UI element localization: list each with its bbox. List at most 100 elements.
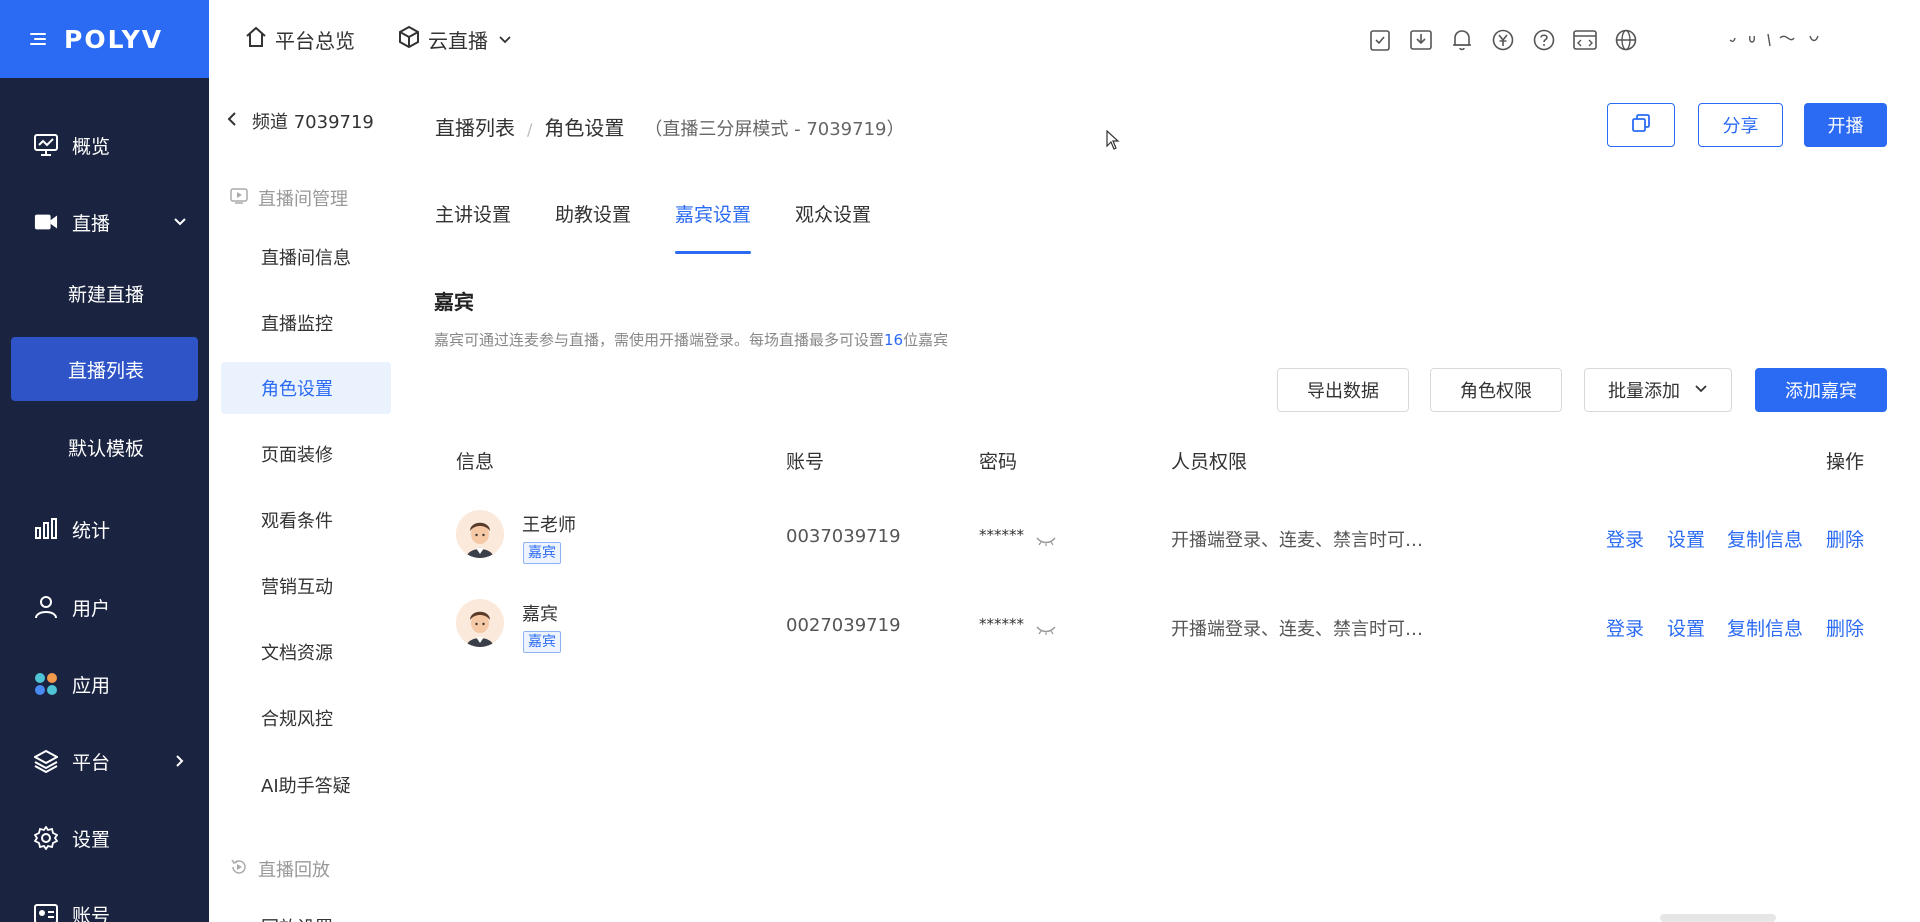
copy-icon (1631, 113, 1651, 138)
side-item-documents[interactable]: 文档资源 (221, 626, 391, 678)
home-icon (245, 26, 267, 53)
nav-item-platform[interactable]: 平台 (0, 729, 209, 793)
group-label: 直播间管理 (258, 189, 348, 210)
user-icon (34, 595, 58, 619)
avatar (456, 510, 504, 558)
table-row: 嘉宾 嘉宾 0027039719 ****** 开播端登录、连麦、禁言时可… 登… (434, 581, 1888, 667)
channel-label: 频道 7039719 (252, 112, 374, 133)
settings-link[interactable]: 设置 (1667, 525, 1705, 552)
login-link[interactable]: 登录 (1606, 614, 1644, 641)
row-account: 0037039719 (786, 526, 901, 547)
batch-add-dropdown[interactable]: 批量添加 (1584, 368, 1732, 412)
help-icon[interactable] (1531, 27, 1557, 53)
monitor-chart-icon (34, 133, 58, 157)
tab-host-settings[interactable]: 主讲设置 (435, 200, 511, 254)
platform-overview-link[interactable]: 平台总览 (245, 25, 355, 54)
side-item-ai-assistant[interactable]: AI助手答疑 (221, 759, 391, 811)
desc-suffix: 位嘉宾 (903, 331, 949, 349)
desc-count: 16 (884, 331, 904, 349)
side-item-playback-settings[interactable]: 回放设置 (221, 900, 391, 922)
user-menu[interactable] (1720, 28, 1840, 48)
nav-item-users[interactable]: 用户 (0, 575, 209, 639)
layers-icon (34, 749, 58, 773)
desc-prefix: 嘉宾可通过连麦参与直播，需使用开播端登录。每场直播最多可设置 (434, 331, 885, 349)
side-item-marketing[interactable]: 营销互动 (221, 560, 391, 612)
horizontal-scrollbar[interactable] (1660, 914, 1776, 922)
tab-guest-settings[interactable]: 嘉宾设置 (675, 200, 752, 254)
copy-info-link[interactable]: 复制信息 (1727, 614, 1803, 641)
mouse-cursor-icon (1106, 129, 1120, 154)
top-icon-group (1367, 27, 1654, 53)
brand-logo[interactable]: POLYV (64, 25, 163, 54)
nav-item-stats[interactable]: 统计 (0, 497, 209, 561)
column-header-operations: 操作 (1826, 451, 1865, 473)
channel-back-link[interactable]: 频道 7039719 (226, 108, 374, 134)
copy-window-button[interactable] (1607, 103, 1675, 147)
chevron-down-icon (498, 28, 512, 52)
add-guest-button[interactable]: 添加嘉宾 (1755, 368, 1887, 412)
nav-label: 账号 (72, 904, 111, 922)
side-item-watch-conditions[interactable]: 观看条件 (221, 494, 391, 546)
breadcrumb-parent[interactable]: 直播列表 (435, 112, 515, 141)
copy-info-link[interactable]: 复制信息 (1727, 525, 1803, 552)
replay-icon (230, 858, 248, 881)
group-live-room: 直播间管理 (230, 185, 348, 211)
row-password: ****** (979, 615, 1024, 633)
row-account: 0027039719 (786, 615, 901, 636)
side-item-monitor[interactable]: 直播监控 (221, 297, 391, 349)
nav-item-settings[interactable]: 设置 (0, 806, 209, 870)
code-window-icon[interactable] (1572, 27, 1598, 53)
delete-link[interactable]: 删除 (1826, 525, 1864, 552)
start-live-button[interactable]: 开播 (1804, 103, 1887, 147)
row-name: 嘉宾 (522, 604, 558, 625)
avatar (456, 599, 504, 647)
share-button[interactable]: 分享 (1698, 103, 1783, 147)
nav-item-apps[interactable]: 应用 (0, 652, 209, 716)
nav-sub-live-list[interactable]: 直播列表 (11, 337, 198, 401)
role-tag: 嘉宾 (523, 542, 561, 564)
nav-label: 用户 (72, 597, 111, 620)
product-label: 云直播 (428, 29, 488, 53)
row-permissions: 开播端登录、连麦、禁言时可… (1171, 619, 1423, 640)
side-item-role-settings[interactable]: 角色设置 (221, 362, 391, 414)
side-item-page-decoration[interactable]: 页面装修 (221, 428, 391, 480)
breadcrumb-separator: / (527, 120, 533, 139)
side-item-room-info[interactable]: 直播间信息 (221, 231, 391, 283)
task-check-icon[interactable] (1367, 27, 1393, 53)
column-header-account: 账号 (786, 451, 825, 473)
yen-coin-icon[interactable] (1490, 27, 1516, 53)
column-header-password: 密码 (979, 451, 1018, 473)
side-item-compliance[interactable]: 合规风控 (221, 692, 391, 744)
globe-icon[interactable] (1613, 27, 1639, 53)
chevron-down-icon (173, 212, 187, 234)
nav-item-account[interactable]: 账号 (0, 882, 209, 922)
delete-link[interactable]: 删除 (1826, 614, 1864, 641)
eye-closed-icon[interactable] (1035, 621, 1057, 640)
column-header-permissions: 人员权限 (1171, 451, 1248, 473)
menu-toggle-icon[interactable] (30, 32, 48, 46)
breadcrumb-mode: （直播三分屏模式 - 7039719） (644, 119, 905, 140)
download-icon[interactable] (1408, 27, 1434, 53)
chevron-left-icon (226, 111, 238, 132)
row-name: 王老师 (522, 515, 576, 536)
nav-item-live[interactable]: 直播 (0, 190, 209, 254)
section-title: 嘉宾 (434, 290, 474, 314)
tab-viewer-settings[interactable]: 观众设置 (795, 200, 871, 254)
nav-label: 平台 (72, 751, 111, 774)
nav-sub-default-template[interactable]: 默认模板 (0, 415, 209, 479)
bell-icon[interactable] (1449, 27, 1475, 53)
settings-link[interactable]: 设置 (1667, 614, 1705, 641)
left-navigation: POLYV 概览 直播 新建直播 直播列表 默认模板 统计 用户 应用 平台 设… (0, 0, 209, 922)
eye-closed-icon[interactable] (1035, 532, 1057, 551)
login-link[interactable]: 登录 (1606, 525, 1644, 552)
nav-label: 概览 (72, 135, 111, 158)
nav-sub-new-live[interactable]: 新建直播 (0, 261, 209, 325)
batch-add-label: 批量添加 (1608, 381, 1680, 402)
nav-item-overview[interactable]: 概览 (0, 113, 209, 177)
product-switcher[interactable]: 云直播 (398, 25, 512, 54)
nav-label: 统计 (72, 519, 111, 542)
role-permissions-button[interactable]: 角色权限 (1430, 368, 1562, 412)
export-data-button[interactable]: 导出数据 (1277, 368, 1409, 412)
nav-label: 设置 (72, 828, 111, 851)
tab-assistant-settings[interactable]: 助教设置 (555, 200, 631, 254)
